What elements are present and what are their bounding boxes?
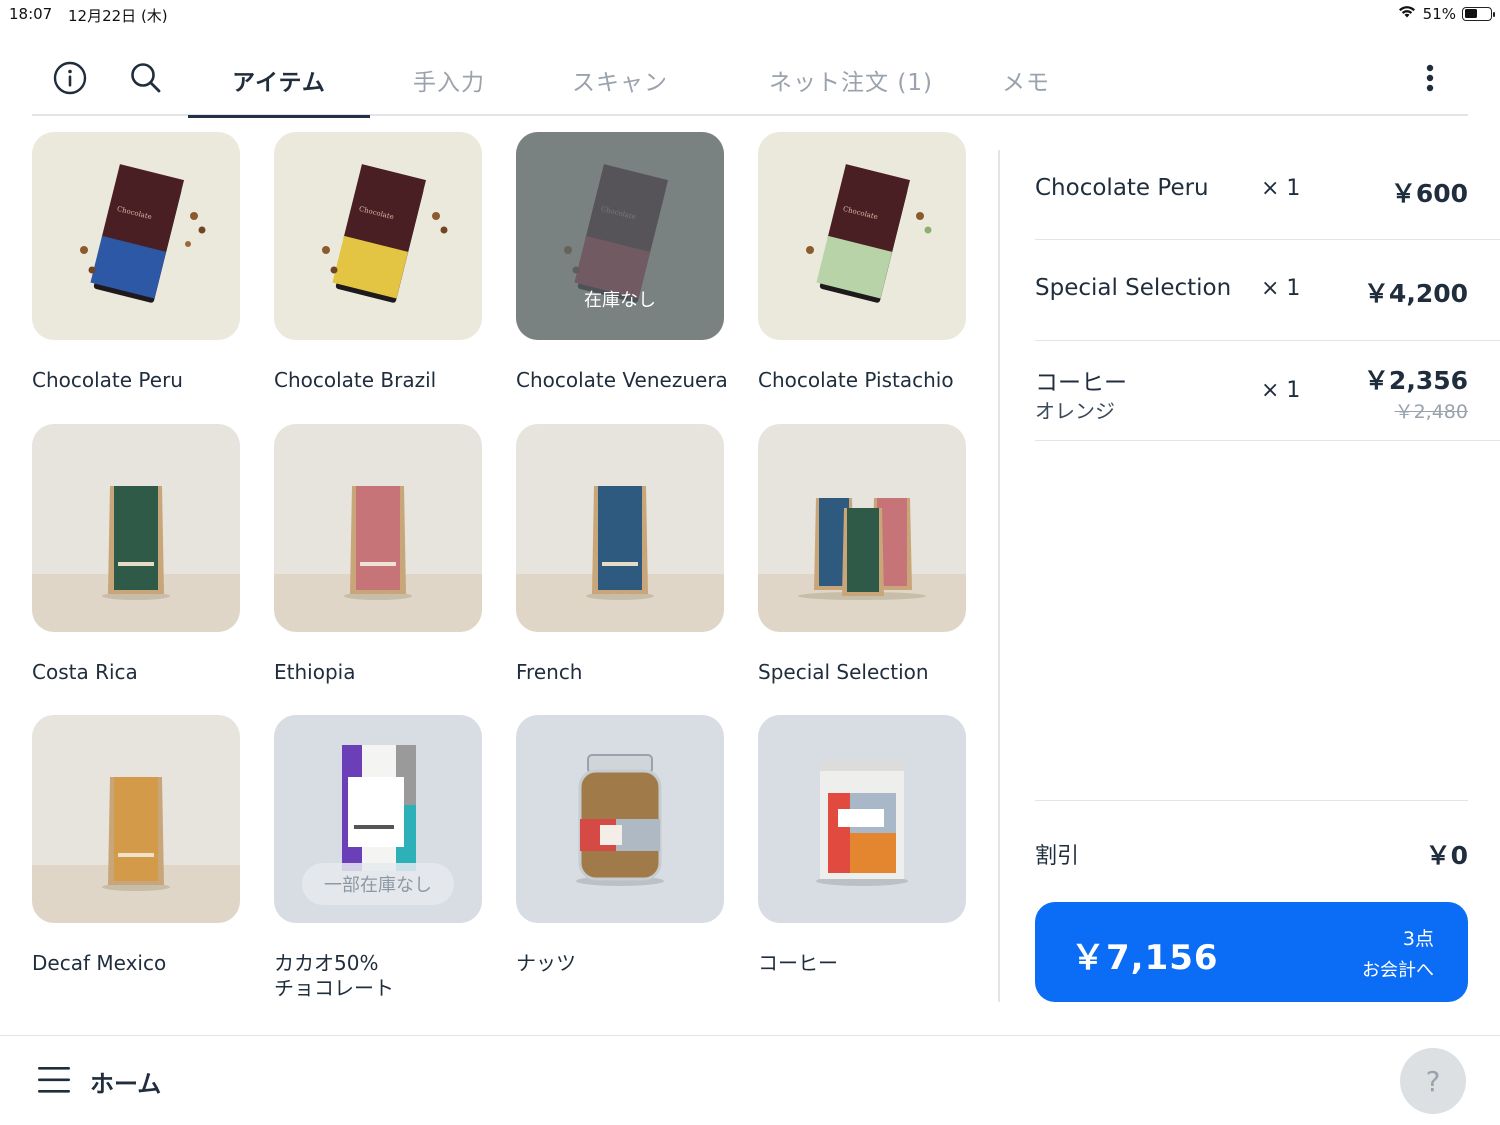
product-name: カカオ50% [274, 951, 379, 975]
product-card-special-selection[interactable]: Special Selection [758, 424, 966, 684]
battery-icon [1462, 6, 1495, 21]
battery-level [1464, 9, 1478, 18]
status-bar: 18:07 12月22日 (木) 51% [0, 0, 1500, 30]
product-name: ナッツ [516, 951, 576, 975]
product-name: Decaf Mexico [32, 951, 167, 975]
product-card-chocolate-peru[interactable]: Chocolate Chocolate Peru [32, 132, 240, 392]
discount-label[interactable]: 割引 [1035, 838, 1079, 870]
cart-item-variant: オレンジ [1035, 399, 1115, 423]
panel-divider [998, 150, 1000, 1002]
discount-divider [1035, 800, 1468, 801]
chocolate-bar-blue-image: Chocolate [32, 132, 240, 340]
cacao-bar-package-image: 一部在庫なし [274, 715, 482, 923]
help-button[interactable]: ? [1400, 1048, 1466, 1114]
product-card-french[interactable]: French [516, 424, 724, 684]
status-date: 12月22日 (木) [68, 7, 168, 25]
checkout-label: お会計へ [1362, 960, 1434, 981]
out-of-stock-label: 在庫なし [584, 290, 656, 311]
cart-item-name: Chocolate Peru [1035, 175, 1209, 201]
battery-percent: 51% [1422, 4, 1456, 23]
coffee-bag-pink-image [274, 424, 482, 632]
product-card-decaf-mexico[interactable]: Decaf Mexico [32, 715, 240, 975]
tab-scan[interactable]: スキャン [538, 44, 702, 116]
product-name: Chocolate Peru [32, 368, 183, 392]
cart-item[interactable]: Chocolate Peru × 1 ￥600 [1035, 140, 1500, 240]
cart-item-name: Special Selection [1035, 275, 1232, 301]
product-name: French [516, 660, 583, 684]
top-tab-bar: アイテム 手入力 スキャン ネット注文 (1) メモ [32, 44, 1468, 118]
product-card-chocolate-brazil[interactable]: Chocolate Chocolate Brazil [274, 132, 482, 392]
nut-jar-image [516, 715, 724, 923]
coffee-bags-set-image [758, 424, 966, 632]
cart-item-qty: × 1 [1261, 378, 1301, 403]
product-name: Chocolate Pistachio [758, 368, 954, 392]
cart-item-price: ￥2,356 [1363, 366, 1468, 395]
hamburger-menu-icon[interactable] [38, 1066, 72, 1094]
info-icon[interactable] [52, 60, 88, 96]
product-name: Chocolate Brazil [274, 368, 437, 392]
search-icon[interactable] [128, 60, 164, 96]
product-card-costa-rica[interactable]: Costa Rica [32, 424, 240, 684]
coffee-bag-orange-image [32, 715, 240, 923]
partial-out-of-stock-label: 一部在庫なし [324, 875, 432, 896]
product-card-ethiopia[interactable]: Ethiopia [274, 424, 482, 684]
checkout-item-count: 3点 [1402, 928, 1434, 950]
status-time: 18:07 [9, 5, 53, 23]
cart-item-qty: × 1 [1261, 176, 1301, 201]
product-name: Chocolate Venezuera [516, 368, 728, 392]
product-name: Costa Rica [32, 660, 138, 684]
product-name-line2: チョコレート [274, 976, 394, 1000]
product-card-chocolate-pistachio[interactable]: Chocolate Chocolate Pistachio [758, 132, 966, 392]
product-card-chocolate-venezuera[interactable]: Chocolate 在庫なし Chocolate Venezuera [516, 132, 728, 392]
bottom-bar: ホーム ? [0, 1035, 1500, 1125]
product-name: Ethiopia [274, 660, 356, 684]
product-name: Special Selection [758, 660, 929, 684]
coffee-bag-blue-image [516, 424, 724, 632]
chocolate-bar-red-image: Chocolate 在庫なし [516, 132, 724, 340]
partial-out-of-stock-badge: 一部在庫なし [302, 863, 454, 905]
checkout-button[interactable]: ￥7,156 3点 お会計へ [1035, 902, 1468, 1002]
status-indicators: 51% [1397, 4, 1495, 23]
tab-items[interactable]: アイテム [188, 44, 370, 118]
chocolate-bar-green-image: Chocolate [758, 132, 966, 340]
tab-online-orders[interactable]: ネット注文 (1) [744, 44, 958, 116]
checkout-total: ￥7,156 [1071, 938, 1219, 978]
help-icon: ? [1425, 1064, 1441, 1098]
chocolate-bar-yellow-image: Chocolate [274, 132, 482, 340]
coffee-pouch-image [758, 715, 966, 923]
discount-value[interactable]: ￥0 [1426, 836, 1468, 872]
product-name: コーヒー [758, 951, 838, 975]
cart-item-price: ￥600 [1390, 179, 1468, 208]
product-card-cacao-50[interactable]: 一部在庫なし カカオ50% チョコレート [274, 715, 482, 1000]
cart-item-qty: × 1 [1261, 276, 1301, 301]
cart-item-name: コーヒー [1035, 370, 1127, 396]
more-vertical-icon[interactable] [1412, 60, 1448, 96]
cart-item[interactable]: コーヒー オレンジ × 1 ￥2,356 ￥2,480 [1035, 341, 1500, 441]
cart-item-price: ￥4,200 [1363, 279, 1468, 308]
tab-manual-input[interactable]: 手入力 [372, 44, 526, 116]
product-card-nuts[interactable]: ナッツ [516, 715, 724, 975]
cart-item-original-price: ￥2,480 [1394, 401, 1468, 423]
wifi-icon [1397, 4, 1417, 23]
tab-memo[interactable]: メモ [982, 44, 1070, 116]
cart-item[interactable]: Special Selection × 1 ￥4,200 [1035, 240, 1500, 341]
home-label[interactable]: ホーム [90, 1064, 161, 1099]
product-card-coffee[interactable]: コーヒー [758, 715, 966, 975]
out-of-stock-overlay: 在庫なし [516, 132, 724, 340]
coffee-bag-green-image [32, 424, 240, 632]
